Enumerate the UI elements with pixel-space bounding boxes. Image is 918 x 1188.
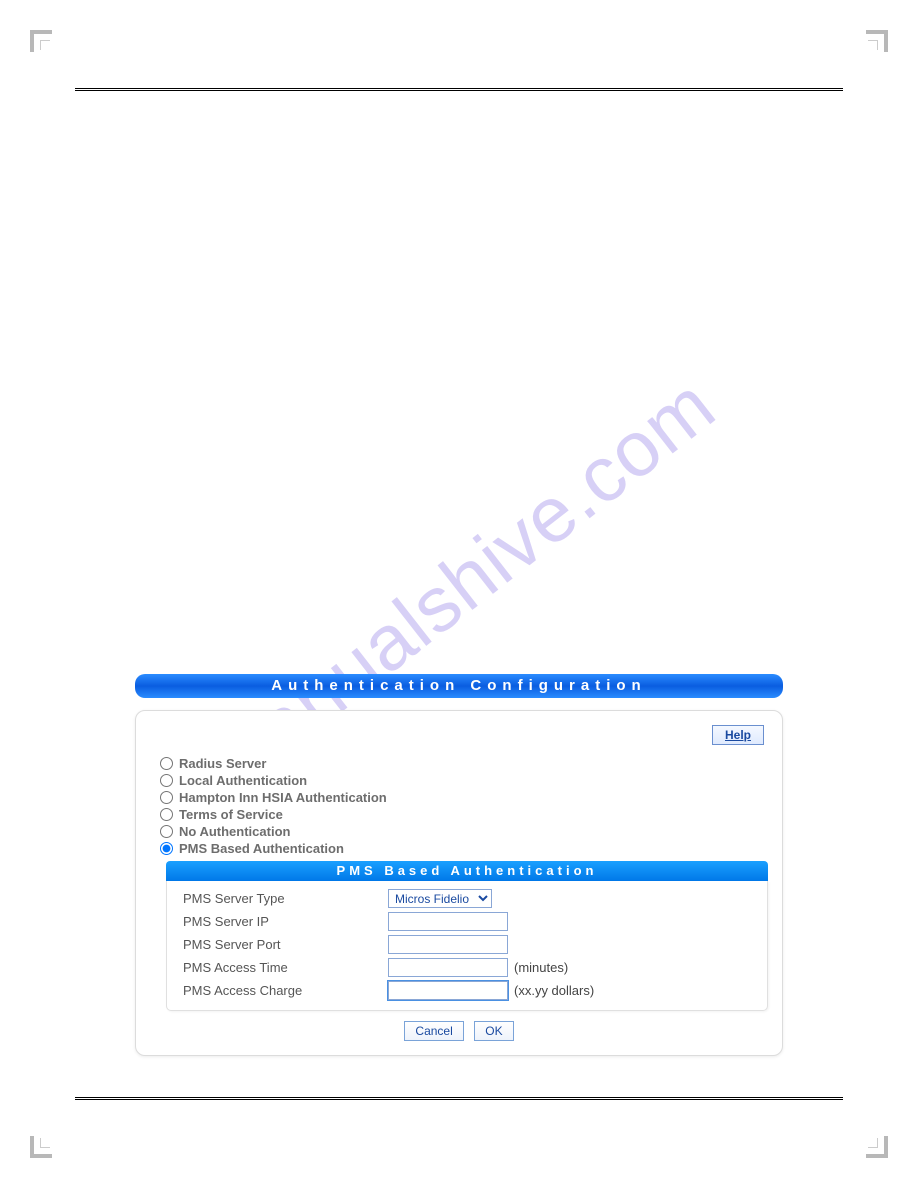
pms-server-port-input[interactable]: [388, 935, 508, 954]
radio-input[interactable]: [160, 842, 173, 855]
radio-label: Radius Server: [179, 756, 266, 771]
cancel-button[interactable]: Cancel: [404, 1021, 463, 1041]
radio-label: No Authentication: [179, 824, 290, 839]
field-hint: (xx.yy dollars): [514, 983, 594, 998]
inner-corner-br: [868, 1138, 878, 1148]
inner-corner-tl: [40, 40, 50, 50]
radio-label: Terms of Service: [179, 807, 283, 822]
row-pms-access-charge: PMS Access Charge (xx.yy dollars): [183, 979, 755, 1002]
field-hint: (minutes): [514, 960, 568, 975]
radio-label: Local Authentication: [179, 773, 307, 788]
pms-access-time-input[interactable]: [388, 958, 508, 977]
panel-card: Help Radius Server Local Authentication …: [135, 710, 783, 1056]
button-row: Cancel OK: [154, 1021, 764, 1041]
pms-access-charge-input[interactable]: [388, 981, 508, 1000]
row-pms-access-time: PMS Access Time (minutes): [183, 956, 755, 979]
inner-corner-tr: [868, 40, 878, 50]
radio-input[interactable]: [160, 791, 173, 804]
radio-input[interactable]: [160, 774, 173, 787]
radio-no-authentication[interactable]: No Authentication: [160, 823, 764, 840]
radio-input[interactable]: [160, 808, 173, 821]
auth-config-panel: Authentication Configuration Help Radius…: [135, 674, 783, 1056]
radio-input[interactable]: [160, 757, 173, 770]
field-label: PMS Access Charge: [183, 983, 388, 998]
row-pms-server-type: PMS Server Type Micros Fidelio: [183, 887, 755, 910]
field-label: PMS Server IP: [183, 914, 388, 929]
inner-corner-bl: [40, 1138, 50, 1148]
radio-terms-of-service[interactable]: Terms of Service: [160, 806, 764, 823]
radio-local-authentication[interactable]: Local Authentication: [160, 772, 764, 789]
pms-form: PMS Server Type Micros Fidelio PMS Serve…: [166, 881, 768, 1011]
radio-hampton-inn-hsia[interactable]: Hampton Inn HSIA Authentication: [160, 789, 764, 806]
ok-button[interactable]: OK: [474, 1021, 513, 1041]
top-divider: [75, 88, 843, 91]
pms-server-ip-input[interactable]: [388, 912, 508, 931]
row-pms-server-ip: PMS Server IP: [183, 910, 755, 933]
auth-type-radio-group: Radius Server Local Authentication Hampt…: [160, 755, 764, 857]
field-label: PMS Access Time: [183, 960, 388, 975]
pms-server-type-select[interactable]: Micros Fidelio: [388, 889, 492, 908]
radio-label: Hampton Inn HSIA Authentication: [179, 790, 387, 805]
field-label: PMS Server Type: [183, 891, 388, 906]
row-pms-server-port: PMS Server Port: [183, 933, 755, 956]
sub-panel-title: PMS Based Authentication: [166, 861, 768, 881]
radio-radius-server[interactable]: Radius Server: [160, 755, 764, 772]
radio-pms-based-authentication[interactable]: PMS Based Authentication: [160, 840, 764, 857]
panel-title: Authentication Configuration: [135, 674, 783, 698]
bottom-divider: [75, 1097, 843, 1100]
radio-input[interactable]: [160, 825, 173, 838]
help-button[interactable]: Help: [712, 725, 764, 745]
radio-label: PMS Based Authentication: [179, 841, 344, 856]
field-label: PMS Server Port: [183, 937, 388, 952]
